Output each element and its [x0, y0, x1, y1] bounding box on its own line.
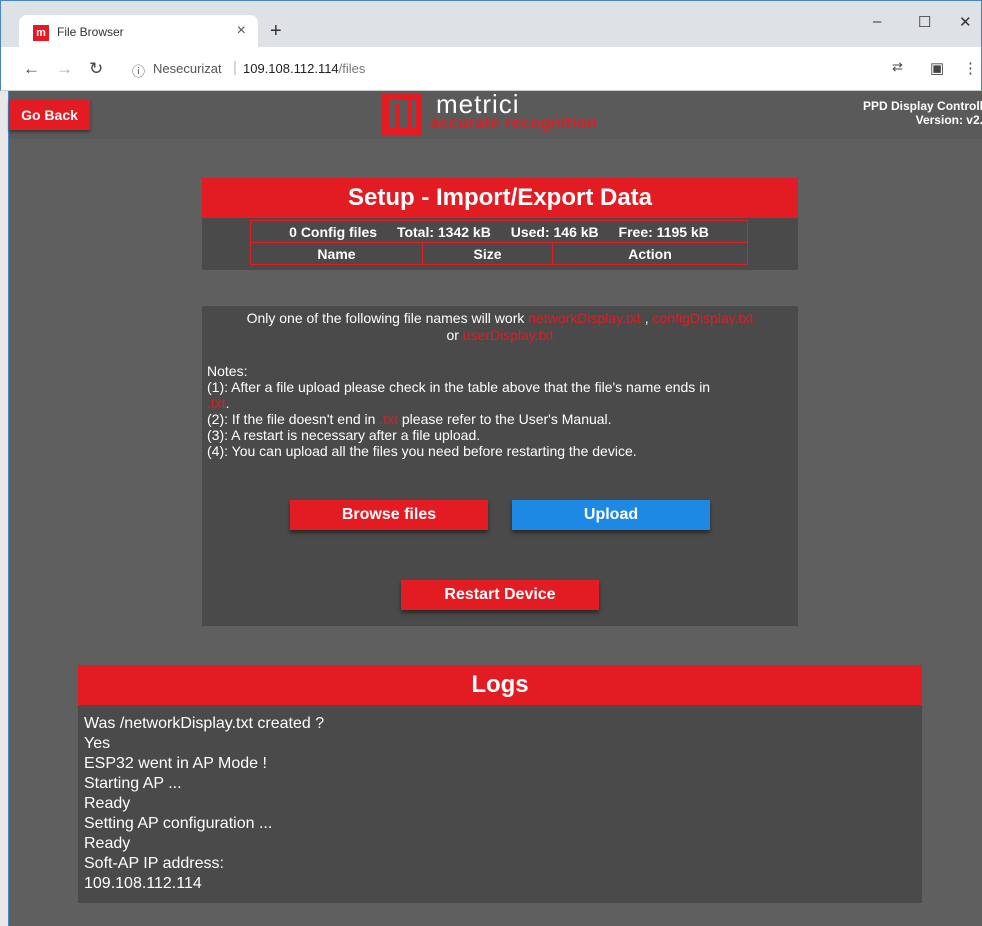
device-title: PPD Display Controlle [863, 99, 982, 113]
url-host: 109.108.112.114 [243, 61, 339, 76]
security-label[interactable]: Nesecurizat [153, 61, 222, 76]
table-header-row: Name Size Action [250, 242, 748, 265]
filename-user: userDisplay.txt [462, 327, 554, 343]
log-line: Was /networkDisplay.txt created ? [84, 715, 325, 732]
used-storage: Used: 146 kB [510, 223, 599, 240]
note-1: (1): After a file upload please check in… [207, 379, 711, 411]
device-version: Version: v2. [915, 113, 982, 127]
go-back-button[interactable]: Go Back [9, 100, 90, 130]
logs-title: Logs [78, 665, 922, 705]
note-2: (2): If the file doesn't end in .txt ple… [207, 411, 612, 427]
tab-close-icon[interactable]: × [237, 22, 246, 40]
log-line: Ready [84, 835, 131, 852]
filename-instructions: Only one of the following file names wil… [202, 310, 798, 344]
filename-separator: , [640, 310, 653, 326]
column-header-action: Action [552, 242, 748, 265]
config-files-count: 0 Config files [289, 223, 378, 240]
browse-files-button[interactable]: Browse files [290, 500, 488, 530]
column-header-name: Name [250, 242, 423, 265]
storage-stats: 0 Config files Total: 1342 kB Used: 146 … [250, 220, 748, 243]
instructions-text: Only one of the following file names wil… [246, 310, 529, 326]
minimize-icon[interactable]: – [873, 13, 881, 30]
total-storage: Total: 1342 kB [396, 223, 491, 240]
profile-icon[interactable]: ▣ [930, 59, 944, 77]
upload-panel: Only one of the following file names wil… [202, 306, 798, 626]
arrow-right-icon[interactable]: → [56, 59, 73, 79]
log-line: 109.108.112.114 [84, 875, 202, 892]
filename-config: configDisplay.txt [652, 310, 754, 326]
notes-title: Notes: [207, 363, 248, 379]
close-window-icon[interactable]: ✕ [959, 13, 972, 31]
browser-toolbar: ← → ↻ ⓘ Nesecurizat | 109.108.112.114/fi… [0, 47, 982, 91]
log-line: Soft-AP IP address: [84, 855, 224, 872]
url-separator: | [233, 59, 237, 76]
reload-icon[interactable]: ↻ [89, 59, 103, 79]
note-4: (4): You can upload all the files you ne… [207, 443, 637, 459]
page-content: Go Back metrici accurate recognition PPD… [8, 89, 982, 926]
info-icon[interactable]: ⓘ [132, 61, 145, 80]
setup-title: Setup - Import/Export Data [202, 178, 798, 218]
restart-device-button[interactable]: Restart Device [401, 580, 599, 610]
logo-tagline: accurate recognition [430, 115, 598, 132]
upload-button[interactable]: Upload [512, 500, 710, 530]
arrow-left-icon[interactable]: ← [23, 59, 40, 79]
file-table-section: 0 Config files Total: 1342 kB Used: 146 … [202, 218, 798, 270]
url-path: /files [338, 61, 366, 76]
column-header-size: Size [422, 242, 553, 265]
logs-body: Was /networkDisplay.txt created ? Yes ES… [78, 705, 922, 903]
log-line: Ready [84, 795, 131, 812]
log-line: ESP32 went in AP Mode ! [84, 755, 267, 772]
address-bar[interactable]: 109.108.112.114/files [243, 61, 365, 76]
stats-row: 0 Config files Total: 1342 kB Used: 146 … [250, 220, 748, 243]
or-text: or [446, 327, 463, 343]
tab-title: File Browser [57, 25, 124, 39]
metrici-favicon-icon: m [33, 25, 49, 41]
log-line: Starting AP ... [84, 775, 182, 792]
kebab-menu-icon[interactable]: ⋮ [963, 59, 978, 77]
maximize-icon[interactable]: ☐ [918, 13, 931, 31]
browser-titlebar: m File Browser × + – ☐ ✕ [0, 0, 982, 48]
note-3: (3): A restart is necessary after a file… [207, 427, 481, 443]
translate-icon[interactable]: ⇄ [892, 59, 903, 75]
free-storage: Free: 1195 kB [618, 223, 709, 240]
page-header: Go Back metrici accurate recognition PPD… [9, 89, 982, 139]
file-table: 0 Config files Total: 1342 kB Used: 146 … [250, 220, 748, 265]
log-line: Setting AP configuration ... [84, 815, 273, 832]
log-line: Yes [84, 735, 111, 752]
browser-tab[interactable]: m File Browser × [19, 15, 258, 48]
metrici-logo-icon [382, 93, 422, 135]
filename-network: networkDisplay.txt [528, 310, 641, 326]
new-tab-icon[interactable]: + [270, 21, 282, 41]
notes: Notes: (1): After a file upload please c… [207, 363, 797, 459]
